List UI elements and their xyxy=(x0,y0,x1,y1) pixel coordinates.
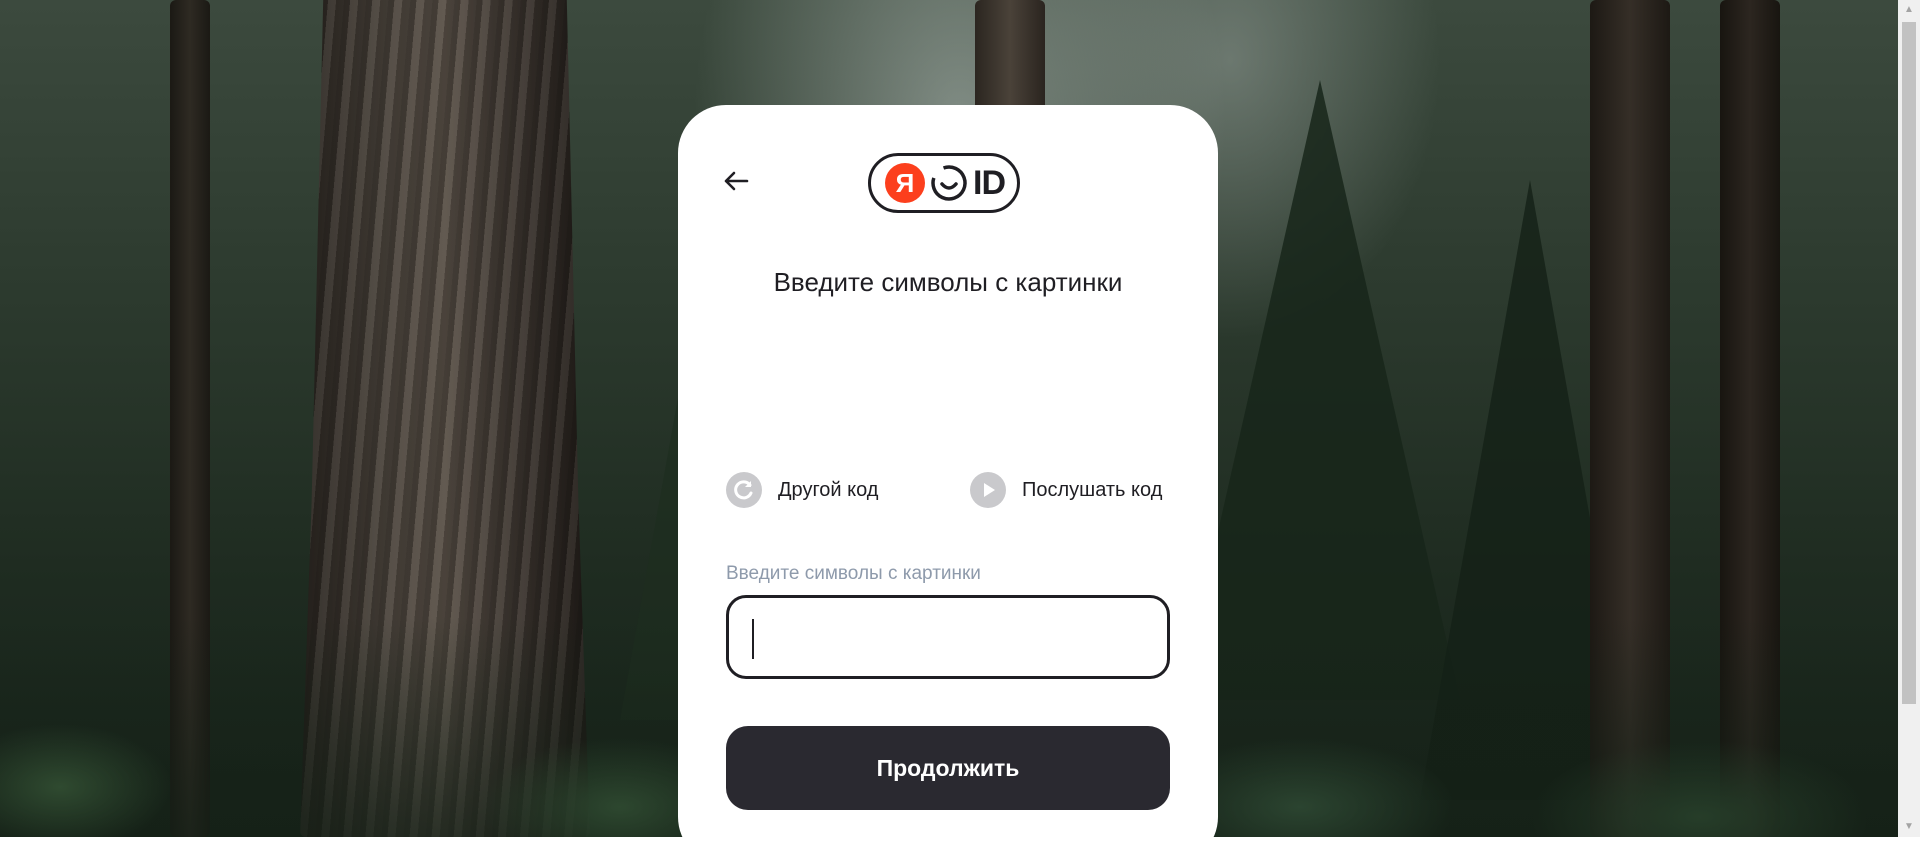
yandex-id-logo: Я ID xyxy=(868,153,1020,213)
captcha-image-area xyxy=(726,325,1170,545)
yandex-logo-icon: Я xyxy=(885,163,925,203)
listen-code-button[interactable]: Послушать код xyxy=(970,471,1162,509)
page-scrollbar[interactable]: ▲ ▼ xyxy=(1898,0,1920,837)
smile-icon xyxy=(931,165,967,201)
back-button[interactable] xyxy=(718,163,754,199)
continue-button[interactable]: Продолжить xyxy=(726,726,1170,810)
other-code-button[interactable]: Другой код xyxy=(726,471,878,509)
scrollbar-thumb[interactable] xyxy=(1902,22,1916,704)
text-caret xyxy=(752,619,754,659)
arrow-left-icon xyxy=(724,171,749,191)
logo-id-text: ID xyxy=(973,163,1006,202)
listen-code-label: Послушать код xyxy=(1022,478,1163,501)
scroll-down-icon[interactable]: ▼ xyxy=(1898,817,1920,837)
refresh-icon xyxy=(726,472,762,508)
captcha-card: Я ID Введите символы с картинки Другой к… xyxy=(678,105,1218,865)
play-icon xyxy=(970,472,1006,508)
page-title: Введите символы с картинки xyxy=(773,267,1123,297)
captcha-input[interactable] xyxy=(749,612,1153,664)
background-pine xyxy=(1180,80,1460,700)
captcha-field-label: Введите символы с картинки xyxy=(726,563,981,584)
other-code-label: Другой код xyxy=(778,478,879,501)
scroll-up-icon[interactable]: ▲ xyxy=(1898,0,1920,20)
captcha-input-wrapper[interactable] xyxy=(726,595,1170,679)
